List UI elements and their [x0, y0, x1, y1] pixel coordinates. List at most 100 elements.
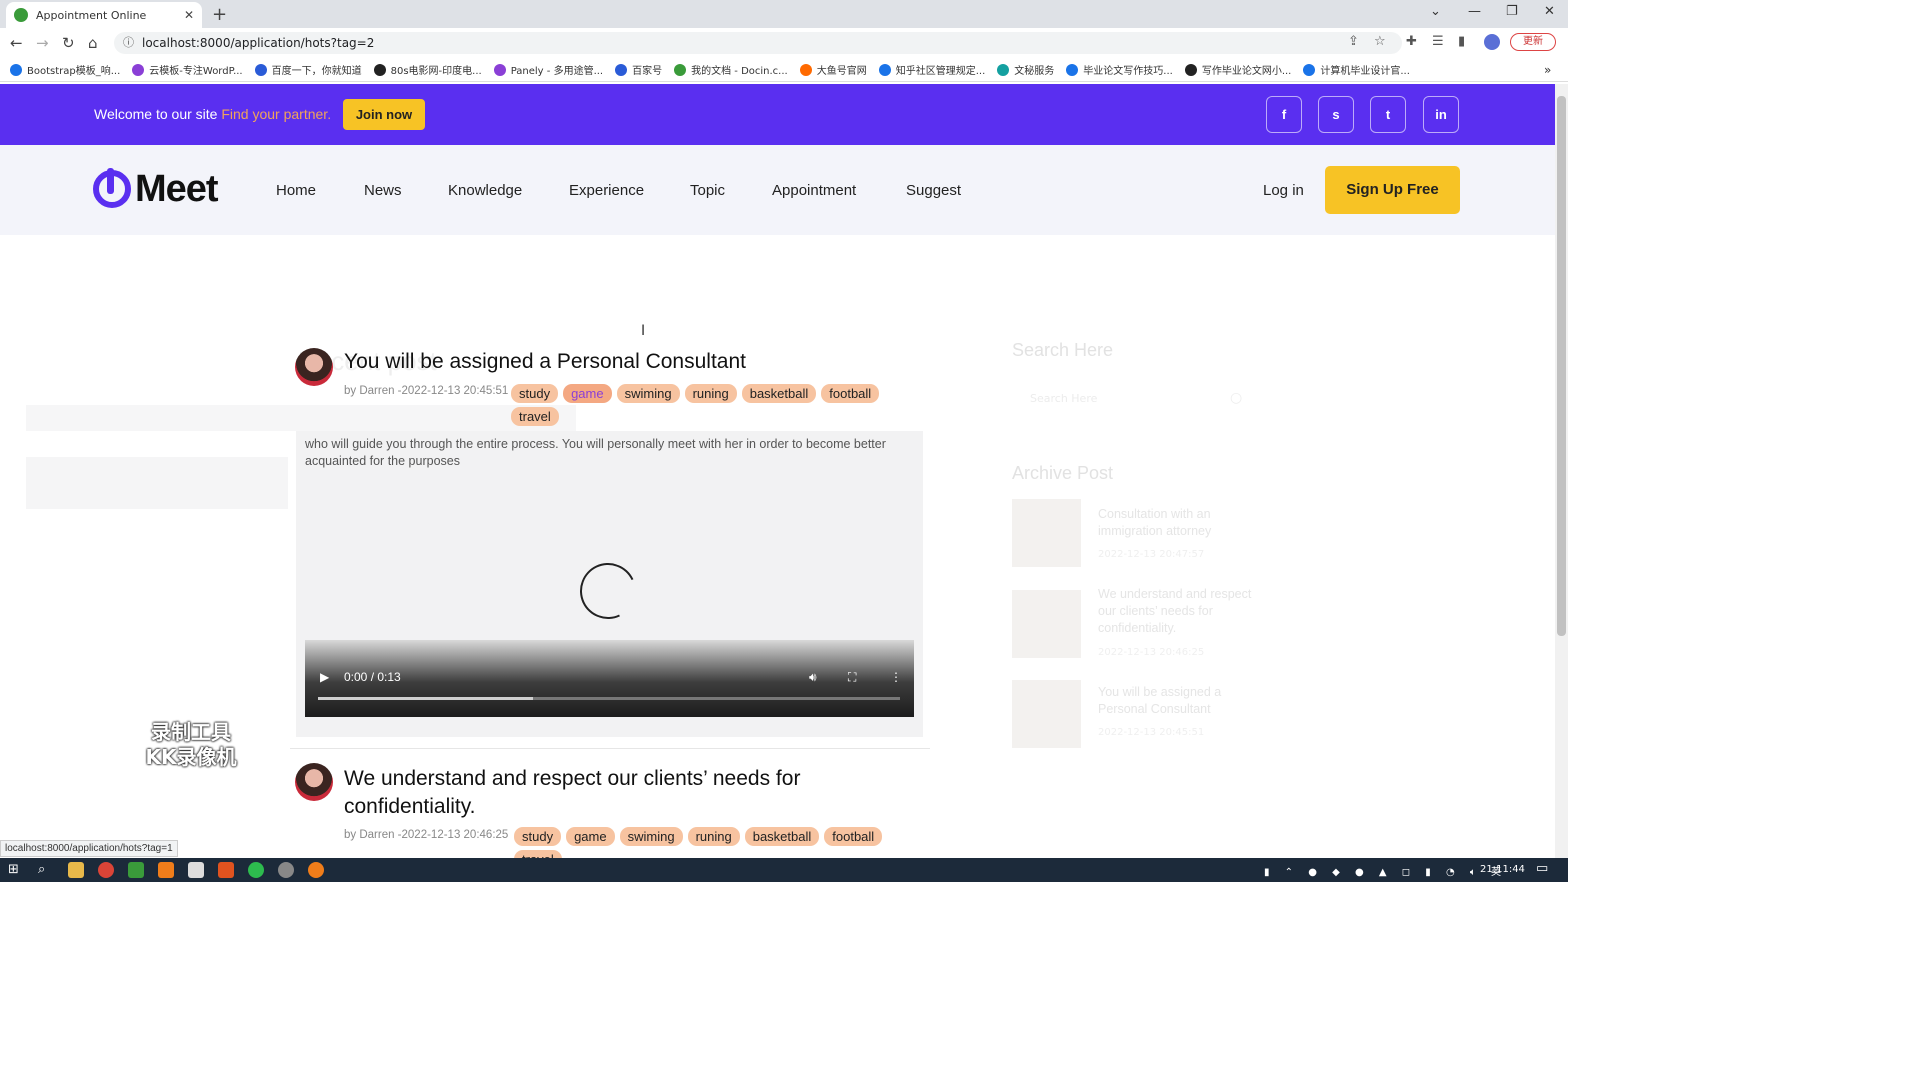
recorder-icon[interactable]	[308, 862, 324, 878]
post-title[interactable]: You will be assigned a Personal Consulta…	[344, 350, 746, 374]
page-scrollbar[interactable]	[1555, 84, 1568, 858]
bookmark-item[interactable]: 大鱼号官网	[799, 62, 867, 77]
tab-search-icon[interactable]: ⌄	[1430, 4, 1441, 19]
facebook-icon[interactable]: f	[1266, 96, 1302, 133]
address-bar-row: ← → ↻ ⌂ ⓘ localhost:8000/application/hot…	[0, 28, 1568, 58]
bookmark-item[interactable]: 百家号	[615, 62, 662, 77]
twitter-icon[interactable]: t	[1370, 96, 1406, 133]
bookmark-favicon-icon	[615, 63, 628, 76]
notification-icon[interactable]: ▭	[1536, 861, 1548, 876]
bookmark-favicon-icon	[132, 63, 145, 76]
app-icon[interactable]	[158, 862, 174, 878]
share-icon[interactable]: ⇪	[1348, 34, 1359, 49]
logo-text: Meet	[135, 167, 219, 210]
tag-football[interactable]: football	[824, 827, 883, 846]
tag-football[interactable]: football	[821, 384, 880, 403]
bookmark-item[interactable]: 80s电影网-印度电...	[373, 62, 482, 77]
bookmark-item[interactable]: 写作毕业论文网小...	[1184, 62, 1291, 77]
tag-swiming[interactable]: swiming	[619, 827, 683, 846]
update-button[interactable]: 更新	[1510, 33, 1556, 51]
restore-icon[interactable]: ❐	[1506, 4, 1518, 19]
archive-title[interactable]: We understand and respect our clients’ n…	[1098, 586, 1258, 637]
nav-suggest[interactable]: Suggest	[906, 182, 961, 199]
extensions-icon[interactable]: ✚	[1406, 34, 1417, 49]
tag-game[interactable]: game	[563, 384, 612, 403]
site-logo[interactable]: Meet	[93, 167, 219, 210]
bookmark-star-icon[interactable]: ☆	[1374, 34, 1386, 49]
tag-study[interactable]: study	[514, 827, 562, 846]
new-tab-button[interactable]: +	[212, 4, 227, 25]
tag-study[interactable]: study	[511, 384, 559, 403]
bookmark-item[interactable]: 云模板-专注WordP...	[132, 62, 243, 77]
bookmark-item[interactable]: Bootstrap模板_响...	[10, 62, 120, 77]
fullscreen-icon[interactable]: ⛶	[848, 670, 856, 685]
side-panel-icon[interactable]: ▮	[1458, 34, 1465, 49]
archive-title[interactable]: Consultation with an immigration attorne…	[1098, 506, 1258, 540]
bookmark-item[interactable]: 文秘服务	[997, 62, 1054, 77]
tab-title: Appointment Online	[36, 8, 147, 22]
nav-topic[interactable]: Topic	[690, 182, 725, 199]
bookmark-item[interactable]: Panely - 多用途管...	[493, 62, 603, 77]
video-more-icon[interactable]: ⋮	[890, 670, 902, 684]
search-icon[interactable]: ⌕	[38, 862, 45, 877]
scrollbar-thumb[interactable]	[1557, 96, 1566, 636]
app-icon[interactable]	[218, 862, 234, 878]
tag-swiming[interactable]: swiming	[616, 384, 680, 403]
search-icon[interactable]: ○	[1230, 390, 1242, 406]
archive-thumbnail[interactable]	[1012, 680, 1081, 748]
chrome-icon[interactable]	[98, 862, 114, 878]
archive-title[interactable]: You will be assigned a Personal Consulta…	[1098, 684, 1258, 718]
tab-close-icon[interactable]: ✕	[184, 8, 194, 22]
video-progress-slider[interactable]	[318, 697, 900, 700]
nav-news[interactable]: News	[364, 182, 402, 199]
bookmark-item[interactable]: 计算机毕业设计官...	[1303, 62, 1410, 77]
bookmark-favicon-icon	[254, 63, 267, 76]
tag-basketball[interactable]: basketball	[744, 827, 820, 846]
profile-avatar-icon[interactable]	[1484, 34, 1500, 50]
nav-knowledge[interactable]: Knowledge	[448, 182, 522, 199]
tag-basketball[interactable]: basketball	[741, 384, 817, 403]
nav-home[interactable]: Home	[276, 182, 316, 199]
windows-start-icon[interactable]: ⊞	[8, 862, 19, 877]
browser-tab[interactable]: Appointment Online ✕	[6, 2, 202, 28]
nav-experience[interactable]: Experience	[569, 182, 644, 199]
tag-runing[interactable]: runing	[684, 384, 737, 403]
sign-up-button[interactable]: Sign Up Free	[1325, 166, 1460, 214]
wechat-icon[interactable]	[248, 862, 264, 878]
play-icon[interactable]: ▶	[320, 670, 329, 684]
reading-list-icon[interactable]: ☰	[1432, 34, 1444, 49]
linkedin-icon[interactable]: in	[1423, 96, 1459, 133]
reload-icon[interactable]: ↻	[62, 34, 75, 52]
bookmarks-overflow-icon[interactable]: »	[1544, 63, 1551, 77]
forward-icon[interactable]: →	[36, 34, 49, 52]
nav-appointment[interactable]: Appointment	[772, 182, 856, 199]
search-input[interactable]: Search Here	[1030, 392, 1097, 405]
back-icon[interactable]: ←	[10, 34, 23, 52]
archive-thumbnail[interactable]	[1012, 590, 1081, 658]
bookmark-item[interactable]: 毕业论文写作技巧...	[1066, 62, 1173, 77]
bookmark-item[interactable]: 百度一下，你就知道	[254, 62, 362, 77]
system-tray-icons[interactable]: ▮ ⌃ ● ◆ ● ▲ ◻ ▮ ◔ 🔈︎ 英	[1264, 863, 1507, 878]
tag-travel[interactable]: travel	[511, 407, 559, 426]
volume-icon[interactable]: 🔊︎	[809, 670, 817, 685]
url-input[interactable]: ⓘ localhost:8000/application/hots?tag=2	[114, 32, 1402, 54]
join-now-button[interactable]: Join now	[343, 99, 425, 130]
archive-thumbnail[interactable]	[1012, 499, 1081, 567]
skype-icon[interactable]: s	[1318, 96, 1354, 133]
post-title[interactable]: We understand and respect our clients’ n…	[344, 765, 904, 821]
bookmark-item[interactable]: 我的文档 - Docin.c...	[674, 62, 788, 77]
login-link[interactable]: Log in	[1263, 182, 1304, 199]
close-window-icon[interactable]: ✕	[1544, 4, 1555, 19]
home-icon[interactable]: ⌂	[88, 34, 98, 52]
app-icon[interactable]	[128, 862, 144, 878]
notepad-icon[interactable]	[188, 862, 204, 878]
bookmark-item[interactable]: 知乎社区管理规定...	[878, 62, 985, 77]
tag-game[interactable]: game	[566, 827, 615, 846]
file-explorer-icon[interactable]	[68, 862, 84, 878]
video-time: 0:00 / 0:13	[344, 670, 401, 684]
settings-icon[interactable]	[278, 862, 294, 878]
tag-runing[interactable]: runing	[687, 827, 740, 846]
site-info-icon[interactable]: ⓘ	[123, 32, 134, 54]
minimize-icon[interactable]: —	[1468, 4, 1481, 19]
find-partner-link[interactable]: Find your partner.	[221, 106, 331, 122]
